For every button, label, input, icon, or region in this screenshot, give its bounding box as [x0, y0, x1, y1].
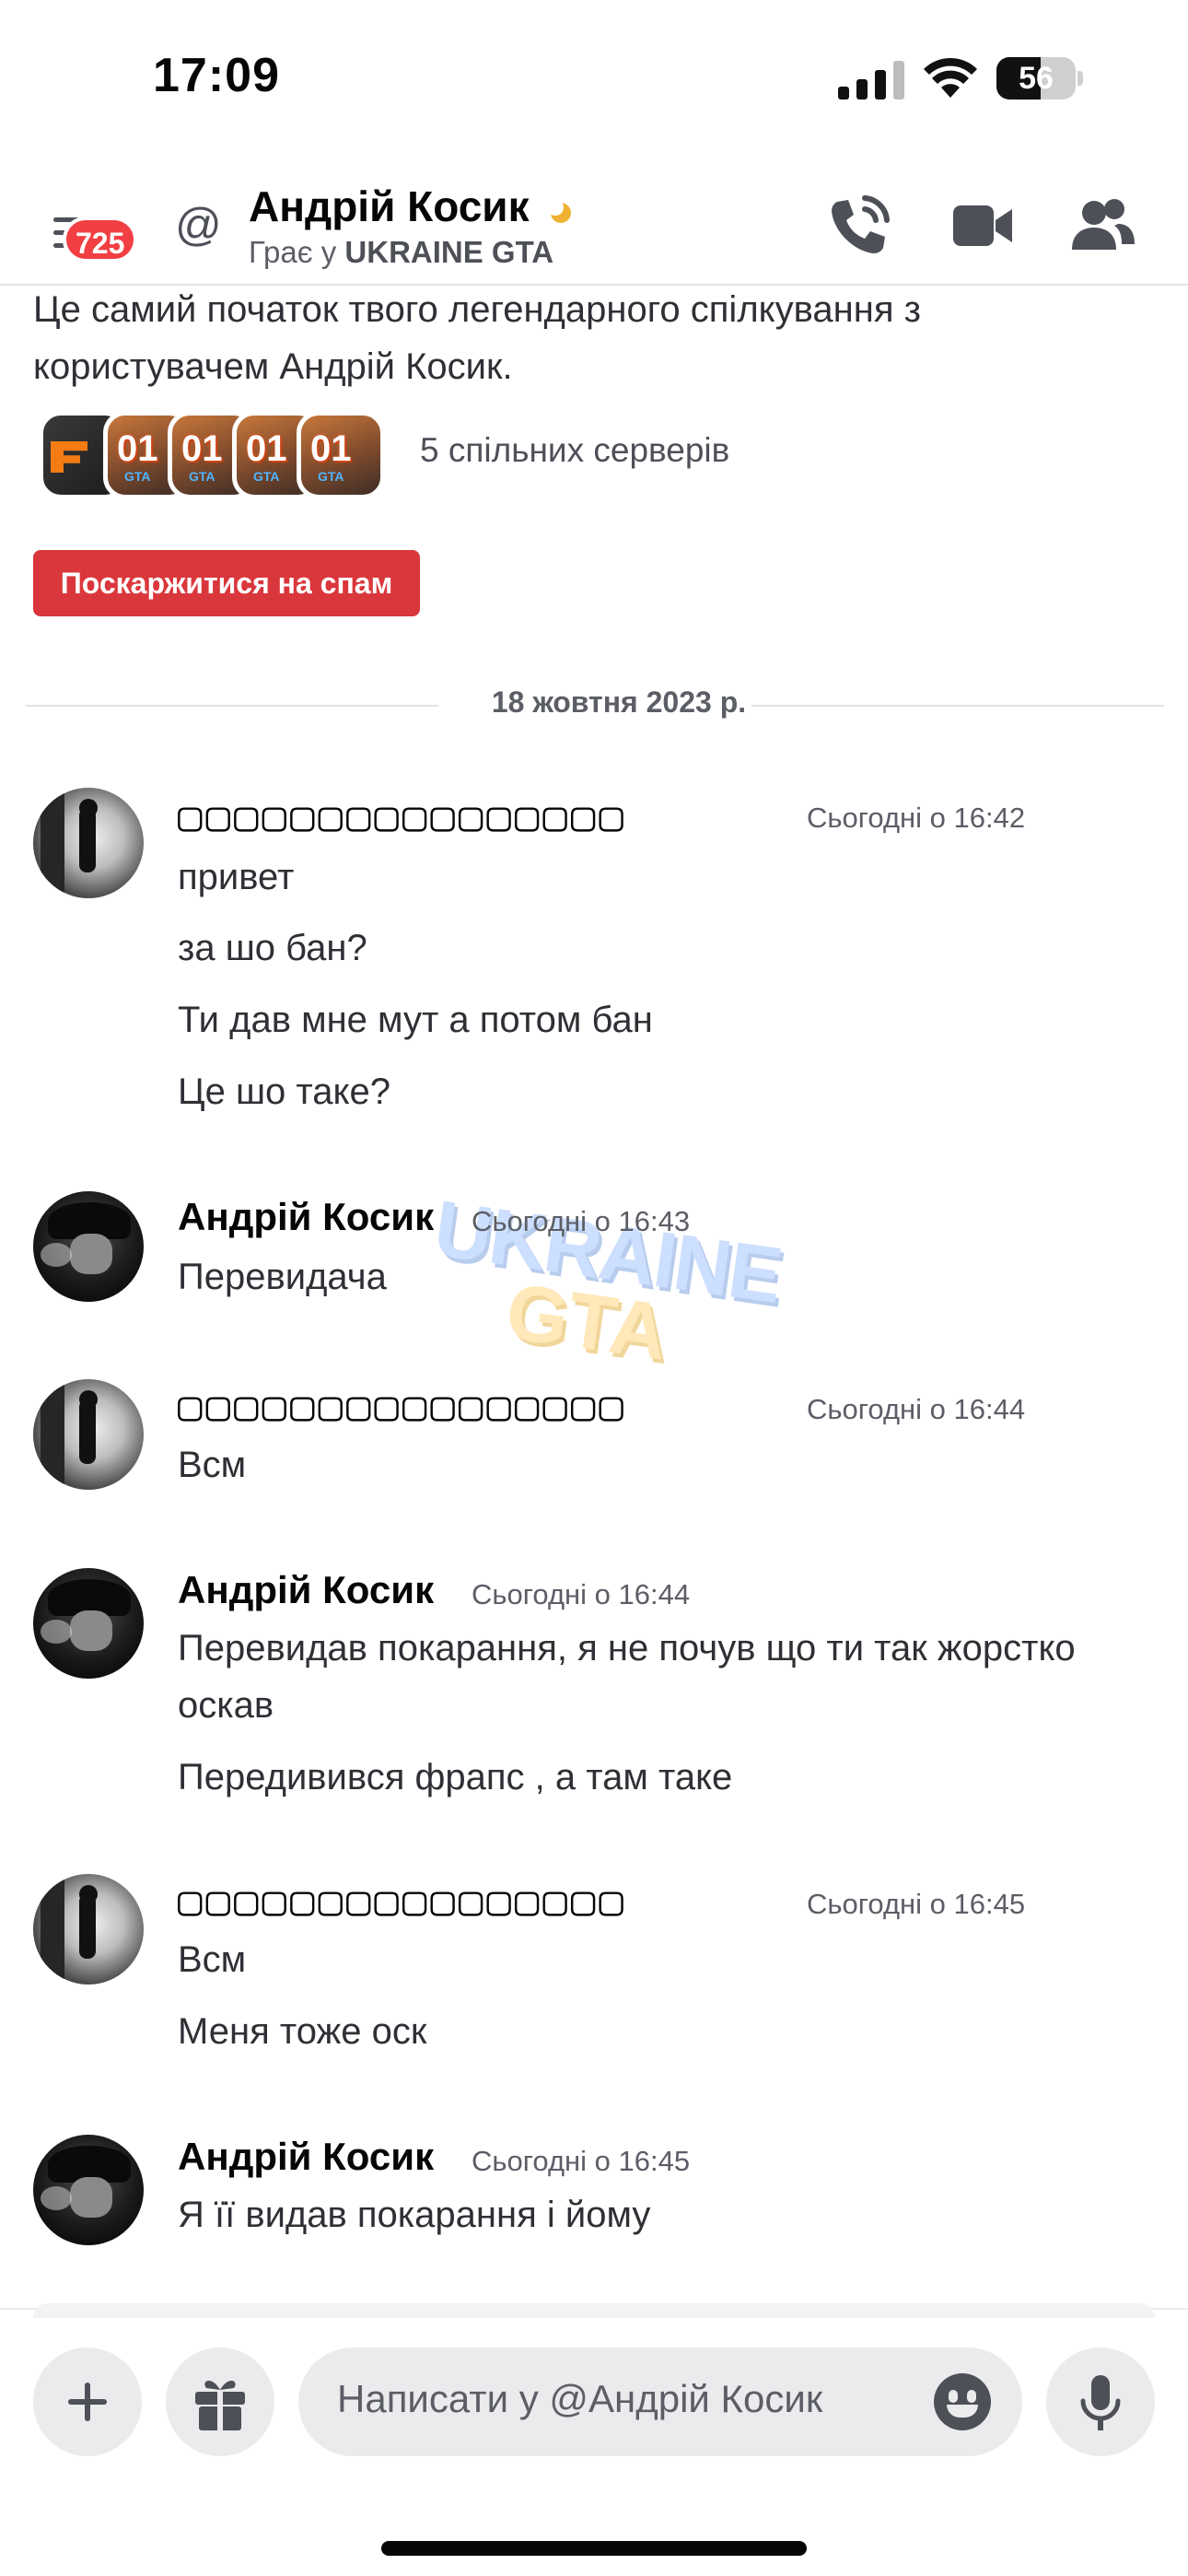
message-input-placeholder: Написати у @Андрій Косик: [337, 2377, 823, 2420]
message-author[interactable]: Андрій Косик: [178, 1195, 434, 1239]
message-text: Ти дав мне мут а потом бан: [178, 1000, 653, 1040]
server-icon: 01 GTA: [297, 411, 385, 499]
message-text: за шо бан?: [178, 928, 367, 968]
avatar[interactable]: [33, 1874, 144, 1985]
message-author[interactable]: ▢▢▢▢▢▢▢▢▢▢▢▢▢▢▢▢: [178, 1878, 627, 1925]
phone-call-icon[interactable]: [822, 189, 896, 263]
message-timestamp: Сьогодні о 16:42: [807, 802, 1026, 834]
activity-game: UKRAINE GTA: [344, 235, 554, 269]
message-author[interactable]: Андрій Косик: [178, 2135, 434, 2179]
activity-prefix: Грає у: [249, 235, 345, 269]
message-timestamp: Сьогодні о 16:44: [472, 1578, 691, 1610]
video-camera-icon[interactable]: [946, 189, 1019, 263]
message-text: Перевидав покарання, я не почув що ти та…: [178, 1628, 1076, 1726]
wifi-icon: [924, 57, 977, 98]
emoji-icon[interactable]: [934, 2373, 991, 2430]
message-timestamp: Сьогодні о 16:43: [472, 1205, 691, 1237]
date-divider-label: 18 жовтня 2023 р.: [491, 685, 747, 719]
message-text: Всм: [178, 1445, 247, 1485]
message-timestamp: Сьогодні о 16:44: [807, 1393, 1026, 1425]
header-activity: Грає у UKRAINE GTA: [249, 235, 553, 270]
conversation-intro: Це самий початок твого легендарного спіл…: [33, 289, 921, 387]
mutual-server-icons[interactable]: 01 GTA 01 GTA 01 GTA 01 GTA: [39, 411, 407, 499]
message-text: Перевидача: [178, 1257, 387, 1297]
status-time: 17:09: [153, 49, 280, 102]
message-timestamp: Сьогодні о 16:45: [472, 2145, 691, 2177]
avatar[interactable]: [33, 788, 144, 898]
message-timestamp: Сьогодні о 16:45: [807, 1888, 1026, 1920]
report-spam-button[interactable]: Поскаржитися на спам: [33, 550, 420, 616]
plus-icon: [68, 2383, 107, 2421]
add-attachment-button[interactable]: [33, 2348, 142, 2456]
status-bar: 17:09 56: [0, 0, 1188, 161]
avatar[interactable]: [33, 1191, 144, 1302]
mutual-servers-label[interactable]: 5 спільних серверів: [420, 431, 729, 470]
gift-button[interactable]: [166, 2348, 274, 2456]
unread-badge: 725: [63, 217, 138, 263]
at-icon: @: [175, 199, 222, 251]
message-text: Це шо таке?: [178, 1071, 390, 1112]
message-author[interactable]: ▢▢▢▢▢▢▢▢▢▢▢▢▢▢▢▢: [178, 1383, 627, 1430]
battery-percent: 56: [1019, 61, 1054, 96]
message-text: Меня тоже оск: [178, 2011, 427, 2052]
dm-header: 725 @ Андрій Косик Грає у UKRAINE GTA: [0, 161, 1188, 286]
avatar[interactable]: [33, 2135, 144, 2245]
avatar[interactable]: [33, 1568, 144, 1679]
avatar[interactable]: [33, 1379, 144, 1490]
message-text: Передивився фрапс , а там таке: [178, 1757, 733, 1797]
composer-top-edge: [33, 2303, 1155, 2318]
members-icon[interactable]: [1066, 189, 1140, 263]
message-text: Всм: [178, 1939, 247, 1980]
voice-message-button[interactable]: [1046, 2348, 1155, 2456]
message-author[interactable]: Андрій Косик: [178, 1568, 434, 1612]
gift-icon: [195, 2380, 245, 2432]
header-username[interactable]: Андрій Косик: [249, 181, 530, 231]
cellular-signal-icon: [838, 61, 904, 100]
battery-icon: 56: [996, 57, 1083, 100]
message-text: привет: [178, 857, 295, 897]
message-author[interactable]: ▢▢▢▢▢▢▢▢▢▢▢▢▢▢▢▢: [178, 793, 627, 840]
idle-status-icon: [547, 199, 571, 223]
message-input[interactable]: Написати у @Андрій Косик: [298, 2348, 1022, 2456]
microphone-icon: [1080, 2375, 1121, 2430]
message-text: Я її видав покарання і йому: [178, 2195, 651, 2235]
home-indicator: [381, 2541, 807, 2556]
date-divider: 18 жовтня 2023 р.: [26, 682, 1164, 728]
